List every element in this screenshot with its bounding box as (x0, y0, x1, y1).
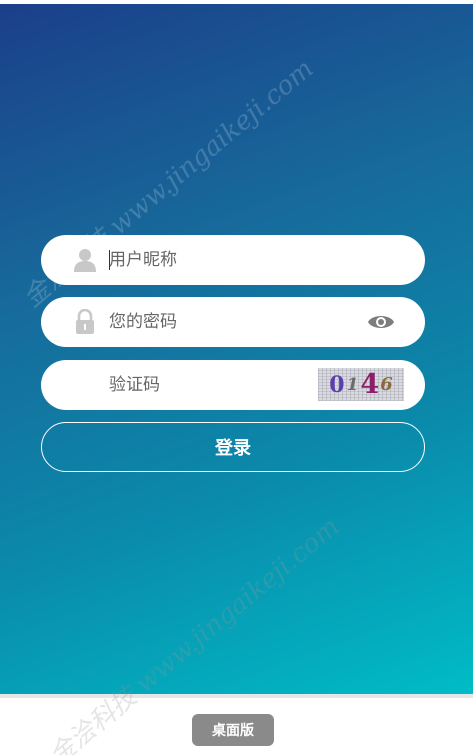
lock-icon (76, 309, 94, 334)
login-hero: 金浍科技 www.jingaikeji.com 用户昵称 验证码 0 1 4 6… (0, 4, 473, 694)
captcha-char: 1 (346, 374, 359, 395)
desktop-version-button[interactable]: 桌面版 (192, 714, 274, 746)
captcha-image[interactable]: 0 1 4 6 (318, 368, 404, 401)
captcha-input[interactable] (109, 370, 349, 400)
footer-bar: 金浍科技 www.jingaikeji.com 桌面版 (0, 512, 473, 755)
password-field[interactable] (41, 297, 425, 347)
captcha-char: 6 (380, 374, 393, 395)
password-input[interactable] (109, 307, 349, 337)
captcha-field[interactable]: 0 1 4 6 (41, 360, 425, 410)
captcha-char: 4 (360, 369, 380, 400)
login-page: 金浍科技 www.jingaikeji.com 用户昵称 验证码 0 1 4 6… (0, 0, 473, 755)
captcha-char: 0 (329, 371, 345, 398)
eye-icon[interactable] (367, 312, 395, 332)
user-icon (74, 249, 96, 272)
username-input[interactable] (109, 245, 349, 275)
login-button[interactable]: 登录 (41, 422, 425, 472)
username-field[interactable] (41, 235, 425, 285)
